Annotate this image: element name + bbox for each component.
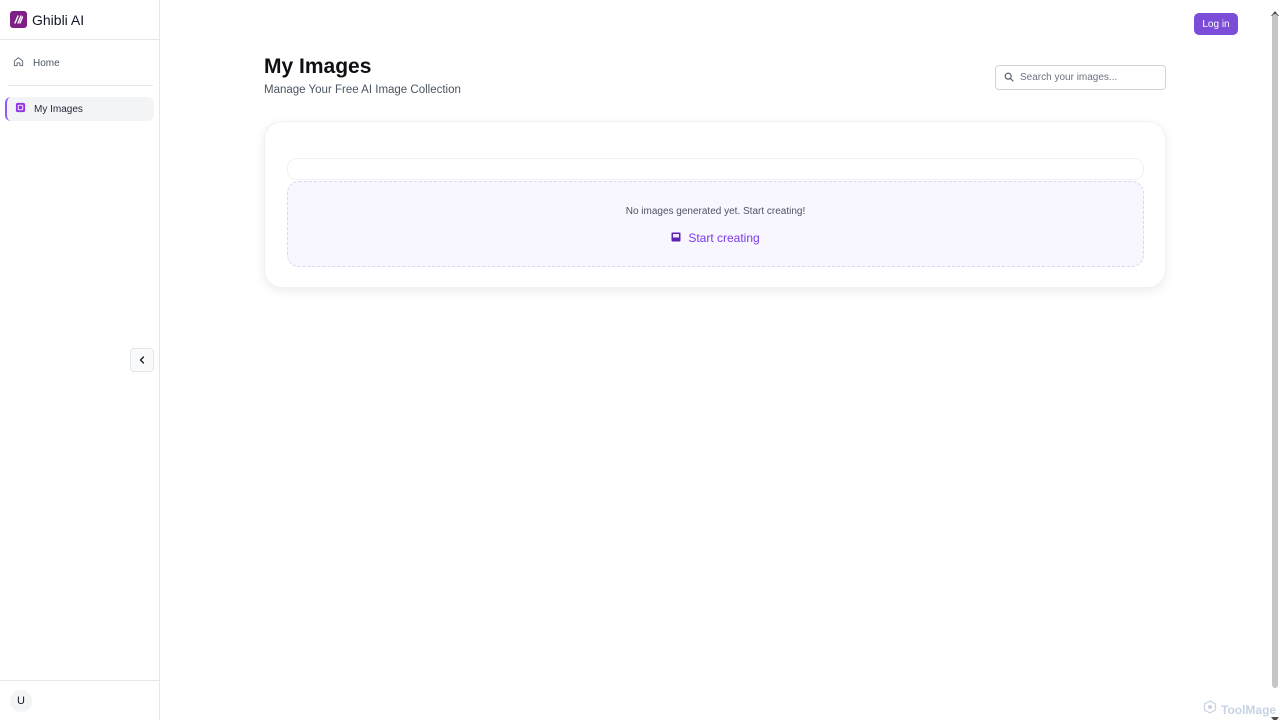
page-title: My Images — [264, 55, 372, 78]
empty-state-message: No images generated yet. Start creating! — [625, 206, 806, 217]
start-creating-label: Start creating — [688, 231, 760, 245]
brand-name: Ghibli AI — [32, 11, 85, 28]
watermark-text: ToolMage — [1221, 702, 1277, 717]
watermark: ToolMage — [1203, 700, 1276, 719]
sidebar-divider — [8, 85, 153, 86]
login-button[interactable]: Log in — [1194, 13, 1238, 35]
sidebar-item-label: Home — [33, 57, 60, 69]
app-root: Ghibli AI Home My Images U Log in My Ima… — [0, 0, 1280, 720]
avatar[interactable]: U — [10, 690, 32, 712]
scroll-thumb[interactable] — [1272, 14, 1278, 688]
search-input[interactable] — [1020, 72, 1160, 83]
toolmage-logo-icon — [1203, 700, 1217, 719]
scrollbar[interactable] — [1270, 0, 1280, 720]
brand-logo-icon — [10, 11, 27, 28]
page-subtitle: Manage Your Free AI Image Collection — [264, 84, 461, 96]
sidebar: Ghibli AI Home My Images U — [0, 0, 160, 720]
search-icon — [1004, 69, 1014, 87]
images-card: No images generated yet. Start creating!… — [264, 121, 1166, 288]
search-box[interactable] — [995, 65, 1166, 90]
chevron-left-icon — [138, 351, 146, 369]
brand[interactable]: Ghibli AI — [0, 0, 159, 40]
empty-state: No images generated yet. Start creating!… — [287, 181, 1144, 267]
image-icon — [671, 229, 681, 247]
sidebar-item-my-images[interactable]: My Images — [5, 97, 154, 121]
filter-bar — [287, 158, 1144, 180]
home-icon — [13, 54, 24, 72]
sidebar-item-label: My Images — [34, 103, 83, 115]
collapse-sidebar-button[interactable] — [130, 348, 154, 372]
image-icon — [15, 100, 26, 118]
start-creating-link[interactable]: Start creating — [288, 229, 1143, 247]
sidebar-footer: U — [0, 680, 159, 720]
sidebar-item-home[interactable]: Home — [8, 53, 151, 73]
